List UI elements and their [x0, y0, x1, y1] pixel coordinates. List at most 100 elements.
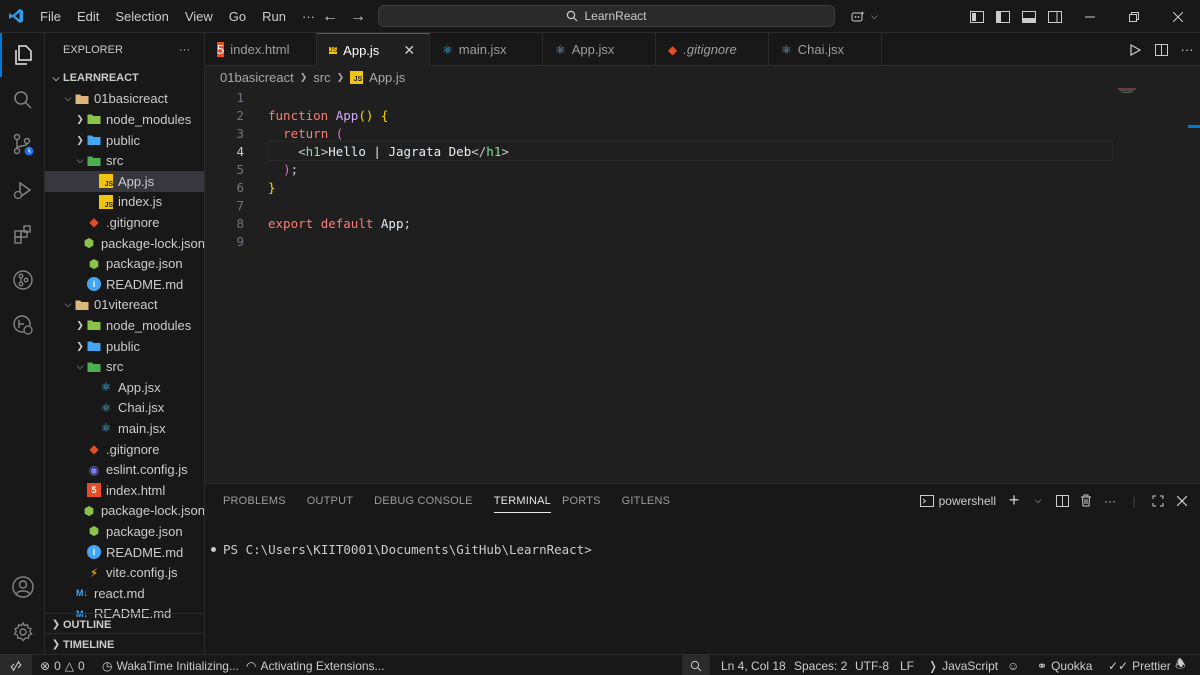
tree-file[interactable]: JS index.js: [45, 192, 204, 213]
notifications-bell-icon[interactable]: 🕭: [1175, 655, 1186, 675]
more-actions-icon[interactable]: ···: [1174, 33, 1200, 66]
copilot-icon[interactable]: [845, 0, 871, 33]
code-text[interactable]: function App() {: [268, 106, 1112, 124]
remote-indicator-icon[interactable]: [0, 655, 32, 675]
forward-arrow-icon[interactable]: →: [350, 8, 366, 26]
chevron-down-icon[interactable]: ⌵: [871, 11, 878, 22]
menu-selection[interactable]: Selection: [107, 0, 176, 33]
close-panel-icon[interactable]: [1170, 484, 1194, 517]
tree-folder[interactable]: ⌵ 01basicreact: [45, 89, 204, 110]
breadcrumb-src[interactable]: src: [313, 70, 330, 85]
tree-folder[interactable]: ❯ node_modules: [45, 109, 204, 130]
menu-run[interactable]: Run: [254, 0, 294, 33]
breadcrumb-folder[interactable]: 01basicreact: [220, 70, 294, 85]
new-terminal-icon[interactable]: +: [1002, 484, 1026, 517]
tree-folder[interactable]: ⌵ src: [45, 150, 204, 171]
editor-tab[interactable]: ◆ .gitignore: [656, 33, 769, 66]
cursor-position[interactable]: Ln 4, Col 18: [721, 655, 786, 675]
chevron-down-icon[interactable]: ⌵: [1026, 484, 1050, 517]
restore-icon[interactable]: [1112, 0, 1156, 33]
indentation-status[interactable]: Spaces: 2: [794, 655, 847, 675]
tree-folder[interactable]: ❯ node_modules: [45, 315, 204, 336]
tree-folder[interactable]: ⌵ 01vitereact: [45, 295, 204, 316]
wakatime-status[interactable]: ◷ WakaTime Initializing...: [102, 655, 239, 675]
tree-file[interactable]: i README.md: [45, 274, 204, 295]
minimize-icon[interactable]: [1068, 0, 1112, 33]
terminal-shell-selector[interactable]: powershell: [914, 484, 1002, 517]
panel-tab-problems[interactable]: PROBLEMS: [223, 484, 296, 517]
editor-tab[interactable]: ⚛ App.jsx: [543, 33, 656, 66]
tree-file[interactable]: ⬢ package.json: [45, 521, 204, 542]
code-text[interactable]: );: [268, 160, 1112, 178]
menu-file[interactable]: File: [32, 0, 69, 33]
explorer-icon[interactable]: [0, 33, 45, 77]
editor-tab[interactable]: 5 index.html: [205, 33, 317, 66]
tree-file[interactable]: M↓ react.md: [45, 583, 204, 604]
explorer-more-button[interactable]: ···: [179, 44, 190, 56]
editor-tab[interactable]: ⚛ Chai.jsx: [769, 33, 882, 66]
quokka-status[interactable]: ⚭ Quokka: [1037, 655, 1092, 675]
layout-grid-icon[interactable]: [964, 0, 990, 33]
tree-file[interactable]: ⚡ vite.config.js: [45, 562, 204, 583]
tree-file[interactable]: JS App.js: [45, 171, 204, 192]
gitlens-icon[interactable]: [0, 258, 45, 302]
panel-tab-terminal[interactable]: TERMINAL: [493, 489, 551, 513]
code-text[interactable]: }: [268, 178, 1112, 196]
menu-view[interactable]: View: [177, 0, 221, 33]
tree-file[interactable]: ⬢ package-lock.json: [45, 233, 204, 254]
code-text[interactable]: < h1 > Hello | Jagrata Deb </h1 >: [267, 141, 1113, 161]
settings-gear-icon[interactable]: [0, 610, 45, 654]
toggle-secondary-sidebar-icon[interactable]: [1042, 0, 1068, 33]
activating-status[interactable]: ◠ Activating Extensions...: [246, 655, 385, 675]
tree-folder[interactable]: ❯ public: [45, 336, 204, 357]
breadcrumb-file[interactable]: App.js: [369, 70, 405, 85]
code-text[interactable]: [268, 88, 1112, 106]
search-view-icon[interactable]: [0, 78, 45, 122]
run-debug-icon[interactable]: [0, 168, 45, 212]
tree-folder[interactable]: ❯ public: [45, 130, 204, 151]
code-editor[interactable]: 1 2 function App() {3 return (4 < h1 > Hello …: [205, 88, 1200, 483]
code-text[interactable]: return (: [268, 124, 1112, 142]
editor-tab[interactable]: JS App.js ✕: [317, 33, 430, 66]
tree-file[interactable]: ◉ eslint.config.js: [45, 459, 204, 480]
menu-edit[interactable]: Edit: [69, 0, 107, 33]
run-file-icon[interactable]: [1122, 33, 1148, 66]
language-mode[interactable]: ❭ JavaScript: [928, 655, 998, 675]
command-center-search[interactable]: LearnReact: [378, 5, 835, 27]
account-icon[interactable]: [0, 565, 45, 609]
timeline-section[interactable]: ❯ TIMELINE: [45, 633, 204, 654]
tree-file[interactable]: ◆ .gitignore: [45, 212, 204, 233]
tree-file[interactable]: ⬢ package.json: [45, 253, 204, 274]
problems-status[interactable]: ⊗ 0 △ 0: [40, 655, 85, 675]
panel-tab-ports[interactable]: PORTS: [562, 484, 611, 517]
prettier-status[interactable]: ✓✓ Prettier: [1108, 655, 1171, 675]
split-editor-icon[interactable]: [1148, 33, 1174, 66]
copilot-status-icon[interactable]: ☺: [1007, 655, 1019, 675]
code-text[interactable]: export default App;: [268, 214, 1112, 232]
tree-file[interactable]: 5 index.html: [45, 480, 204, 501]
extensions-icon[interactable]: [0, 213, 45, 257]
close-tab-icon[interactable]: ✕: [403, 42, 415, 59]
tree-folder[interactable]: ⌵ src: [45, 356, 204, 377]
panel-tab-output[interactable]: OUTPUT: [307, 484, 363, 517]
workspace-root[interactable]: ⌵ LEARNREACT: [45, 68, 204, 89]
panel-tab-gitlens[interactable]: GITLENS: [622, 484, 680, 517]
trash-icon[interactable]: [1074, 484, 1098, 517]
tree-file[interactable]: ⚛ Chai.jsx: [45, 398, 204, 419]
panel-tab-debug-console[interactable]: DEBUG CONSOLE: [374, 484, 483, 517]
tree-file[interactable]: ⚛ main.jsx: [45, 418, 204, 439]
close-window-icon[interactable]: [1156, 0, 1200, 33]
tree-file[interactable]: ◆ .gitignore: [45, 439, 204, 460]
source-control-icon[interactable]: [0, 123, 45, 167]
toggle-sidebar-icon[interactable]: [990, 0, 1016, 33]
tree-file[interactable]: ⚛ App.jsx: [45, 377, 204, 398]
panel-more-icon[interactable]: ···: [1098, 484, 1122, 517]
remote-explorer-icon[interactable]: [0, 303, 45, 347]
menu-more[interactable]: ···: [294, 0, 323, 33]
menu-go[interactable]: Go: [221, 0, 254, 33]
tree-file[interactable]: i README.md: [45, 542, 204, 563]
outline-section[interactable]: ❯ OUTLINE: [45, 613, 204, 635]
maximize-panel-icon[interactable]: [1146, 484, 1170, 517]
code-text[interactable]: [268, 232, 1112, 250]
editor-tab[interactable]: ⚛ main.jsx: [430, 33, 543, 66]
